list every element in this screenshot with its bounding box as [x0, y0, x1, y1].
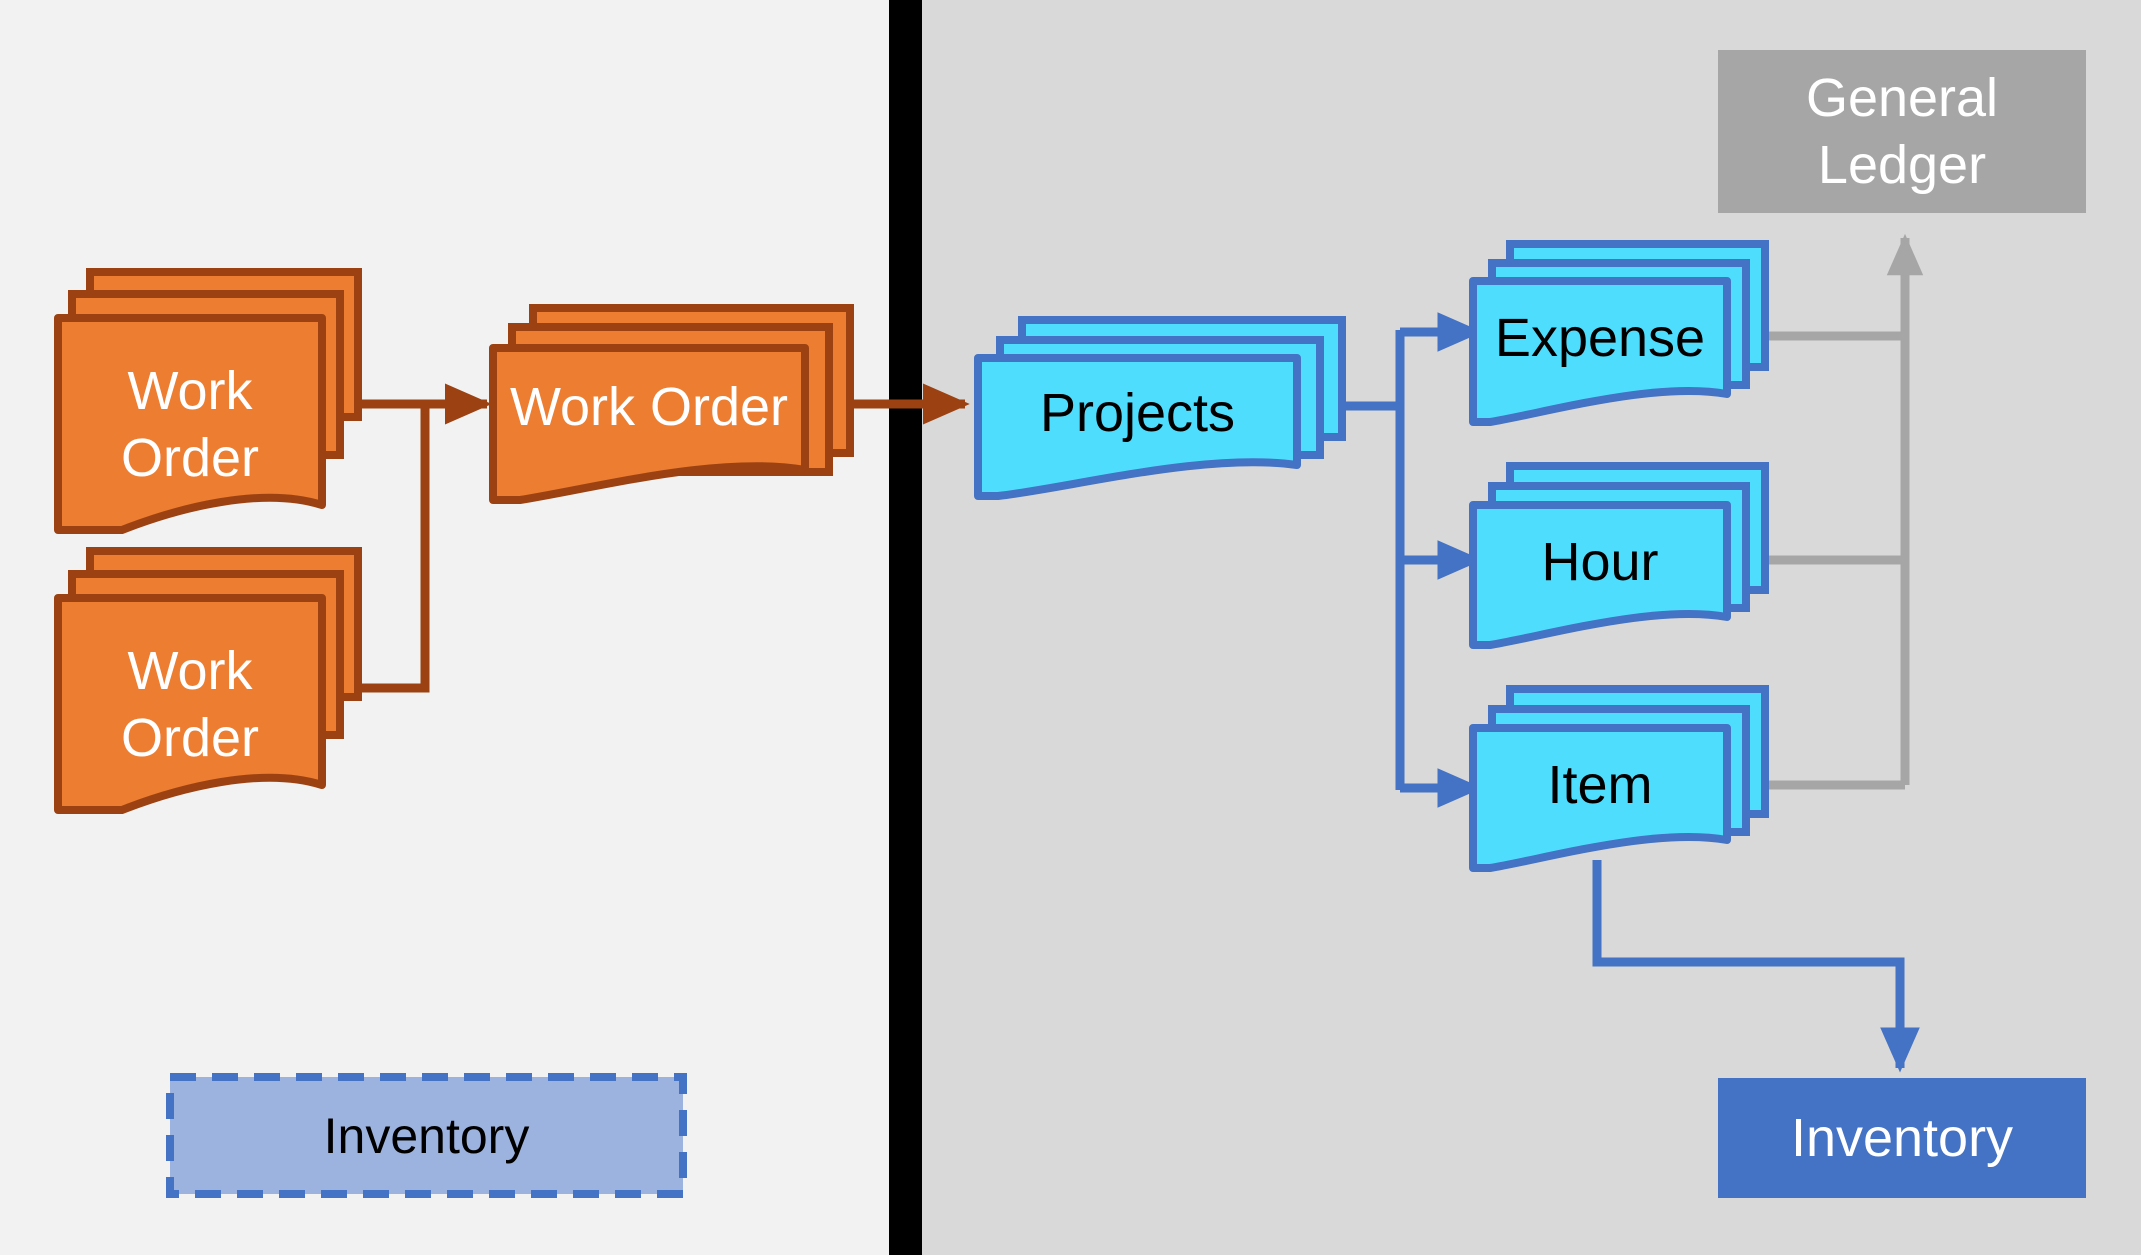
- node-inventory-left[interactable]: [166, 1073, 687, 1198]
- node-work-order-bottom[interactable]: [54, 547, 362, 814]
- node-item[interactable]: [1469, 685, 1769, 872]
- diagram-canvas: Work Order Work Order Work Order Project…: [0, 0, 2141, 1255]
- node-expense[interactable]: [1469, 240, 1769, 426]
- panel-divider: [889, 0, 922, 1255]
- node-work-order-top[interactable]: [54, 268, 362, 534]
- node-hour[interactable]: [1469, 462, 1769, 649]
- diagram-svg: [0, 0, 2141, 1255]
- node-work-order-merged[interactable]: [489, 304, 854, 504]
- node-general-ledger[interactable]: [1718, 50, 2086, 213]
- node-inventory-right[interactable]: [1718, 1078, 2086, 1198]
